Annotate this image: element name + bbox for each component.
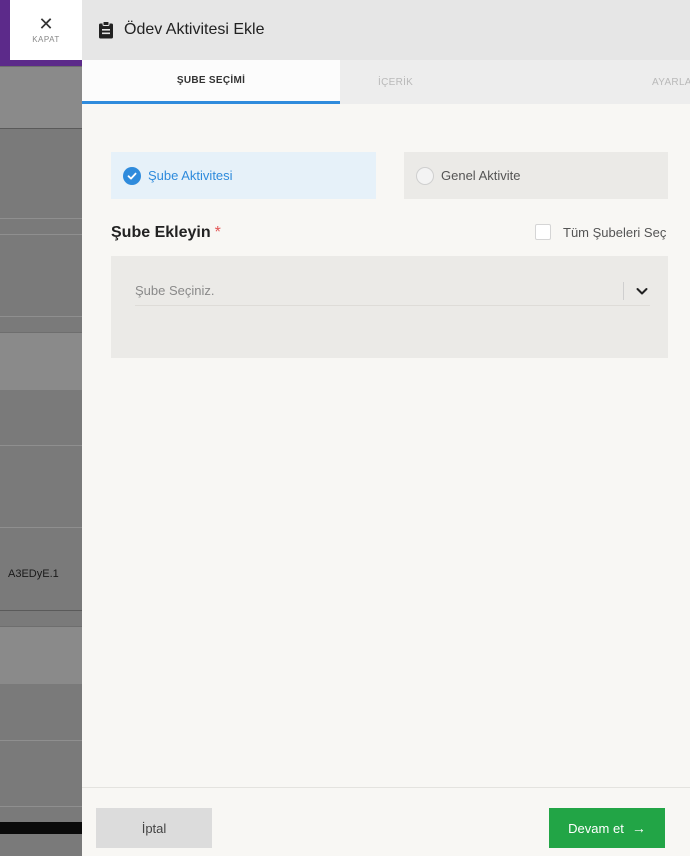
background-page: A3EDyE.1	[0, 0, 82, 856]
close-button[interactable]: ✕ KAPAT	[10, 0, 82, 60]
branch-section-title: Şube Ekleyin *	[111, 224, 221, 242]
checkbox-icon	[535, 224, 551, 240]
clipboard-icon	[99, 21, 113, 39]
branch-section-label: Şube Ekleyin	[111, 224, 211, 241]
background-divider	[0, 316, 82, 317]
required-mark: *	[214, 224, 221, 241]
check-circle-icon	[123, 166, 141, 185]
panel-title: Ödev Aktivitesi Ekle	[124, 21, 265, 38]
background-row-text: A3EDyE.1	[8, 568, 59, 580]
tab-branch-selection[interactable]: ŞUBE SEÇİMİ	[82, 60, 340, 104]
option-label: Genel Aktivite	[441, 168, 521, 183]
background-row	[0, 626, 82, 684]
continue-label: Devam et	[568, 820, 624, 836]
background-divider	[0, 234, 82, 235]
option-label: Şube Aktivitesi	[148, 168, 233, 183]
background-row	[0, 332, 82, 390]
option-branch-activity[interactable]: Şube Aktivitesi	[111, 152, 376, 199]
tab-settings[interactable]: AYARLAR	[506, 60, 690, 104]
background-divider	[0, 806, 82, 807]
radio-icon	[416, 166, 434, 185]
background-row	[0, 66, 82, 128]
panel-footer: İptal Devam et →	[82, 787, 690, 856]
panel-header: Ödev Aktivitesi Ekle	[82, 0, 690, 60]
tab-content[interactable]: İÇERİK	[340, 60, 506, 104]
branch-select-placeholder: Şube Seçiniz.	[135, 283, 215, 298]
add-assignment-activity-panel: Ödev Aktivitesi Ekle ŞUBE SEÇİMİ İÇERİK …	[82, 0, 690, 856]
background-divider	[0, 740, 82, 741]
background-divider	[0, 218, 82, 219]
background-divider	[0, 610, 82, 611]
background-divider	[0, 128, 82, 129]
select-all-label: Tüm Şubeleri Seç	[563, 224, 667, 240]
cancel-button[interactable]: İptal	[96, 808, 212, 848]
select-separator	[623, 281, 624, 300]
background-divider	[0, 527, 82, 528]
background-bar	[0, 822, 82, 834]
branch-select[interactable]: Şube Seçiniz.	[135, 276, 650, 306]
chevron-down-icon	[636, 287, 648, 294]
background-divider	[0, 445, 82, 446]
close-icon: ✕	[38, 14, 54, 34]
select-all-branches-checkbox[interactable]: Tüm Şubeleri Seç	[535, 224, 666, 240]
option-general-activity[interactable]: Genel Aktivite	[404, 152, 668, 199]
branch-select-container: Şube Seçiniz.	[111, 256, 668, 358]
step-tabs: ŞUBE SEÇİMİ İÇERİK AYARLAR	[82, 60, 690, 104]
close-label: KAPAT	[32, 35, 60, 44]
arrow-right-icon: →	[631, 820, 646, 836]
continue-button[interactable]: Devam et →	[549, 808, 665, 848]
